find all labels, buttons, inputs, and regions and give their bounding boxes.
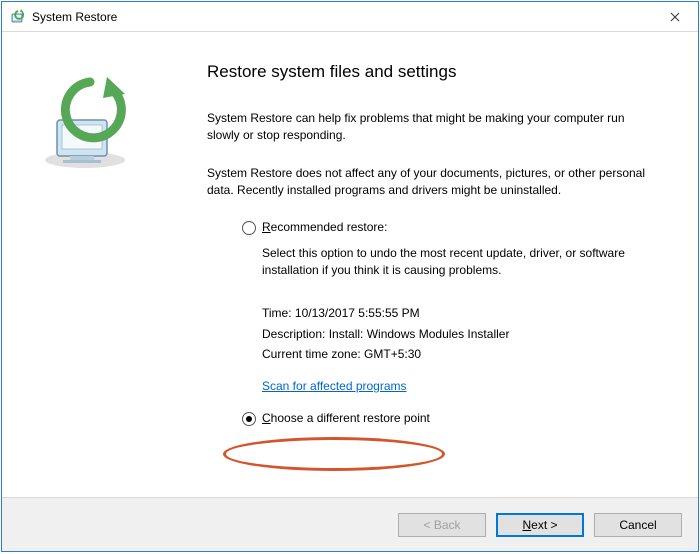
intro-text-1: System Restore can help fix problems tha… [207, 110, 658, 145]
restore-point-details: Time: 10/13/2017 5:55:55 PM Description:… [262, 303, 658, 364]
close-button[interactable] [652, 2, 698, 31]
back-button: < Back [398, 513, 486, 537]
recommended-description: Select this option to undo the most rece… [262, 245, 658, 280]
next-button[interactable]: Next > [496, 513, 584, 537]
recommended-restore-option[interactable]: Recommended restore: [242, 220, 658, 235]
radio-unchecked-icon [242, 221, 256, 235]
restore-timezone: GMT+5:30 [364, 347, 421, 361]
recommended-restore-label: Recommended restore: [262, 220, 387, 234]
scan-affected-programs-link[interactable]: Scan for affected programs [262, 379, 407, 393]
radio-checked-icon [242, 412, 256, 426]
choose-different-label: Choose a different restore point [262, 411, 430, 425]
main-content: Restore system files and settings System… [177, 32, 698, 497]
page-heading: Restore system files and settings [207, 62, 658, 82]
titlebar: System Restore [2, 2, 698, 32]
restore-time: 10/13/2017 5:55:55 PM [295, 306, 420, 320]
window-title: System Restore [32, 10, 117, 24]
cancel-button[interactable]: Cancel [594, 513, 682, 537]
restore-description: Install: Windows Modules Installer [329, 327, 510, 341]
system-restore-icon [10, 9, 26, 25]
wizard-image [2, 32, 177, 497]
intro-text-2: System Restore does not affect any of yo… [207, 165, 658, 200]
choose-different-restore-option[interactable]: Choose a different restore point [242, 411, 658, 426]
wizard-footer: < Back Next > Cancel [2, 497, 698, 551]
